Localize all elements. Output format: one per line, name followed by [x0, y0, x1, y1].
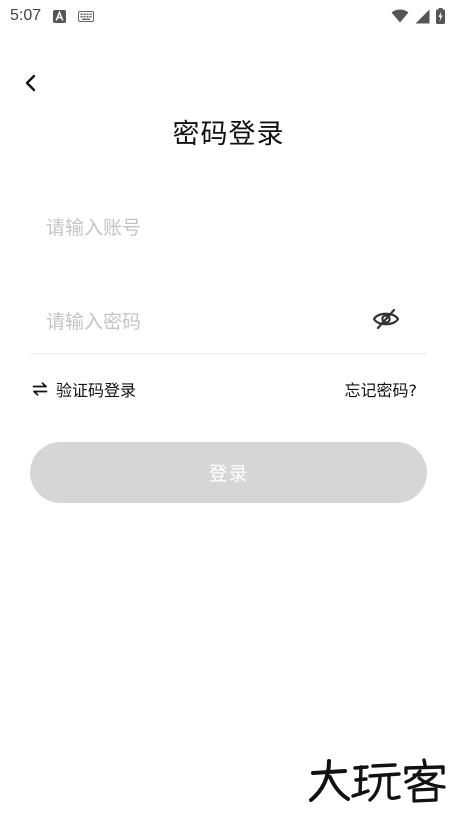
battery-charging-icon: [436, 8, 445, 24]
watermark-logo: [309, 758, 446, 803]
status-bar: 5:07: [0, 0, 457, 32]
switch-to-code-login-link[interactable]: 验证码登录: [32, 377, 136, 401]
account-field: [30, 199, 427, 257]
password-input[interactable]: [30, 310, 427, 333]
wifi-icon: [391, 9, 409, 23]
password-visibility-toggle[interactable]: [371, 304, 401, 334]
eye-off-icon: [372, 308, 400, 330]
password-field: [30, 290, 427, 354]
switch-login-label: 验证码登录: [56, 381, 137, 400]
account-input[interactable]: [30, 217, 427, 239]
keyboard-icon: [78, 10, 95, 22]
status-left: 5:07: [10, 7, 95, 25]
login-button[interactable]: 登录: [30, 442, 427, 503]
back-arrow-icon: [25, 74, 36, 92]
cell-signal-icon: [415, 9, 430, 24]
login-screen: 5:07 密码登录 请输入账号 验证码登录 忘记密码? 登录: [0, 0, 457, 814]
page-title: 密码登录: [172, 119, 285, 150]
notification-a-icon: [53, 9, 67, 23]
status-right: [391, 8, 445, 24]
swap-icon: [32, 382, 48, 396]
status-time: 5:07: [10, 7, 42, 24]
back-button[interactable]: [18, 70, 44, 96]
forgot-password-link[interactable]: 忘记密码?: [345, 377, 418, 401]
